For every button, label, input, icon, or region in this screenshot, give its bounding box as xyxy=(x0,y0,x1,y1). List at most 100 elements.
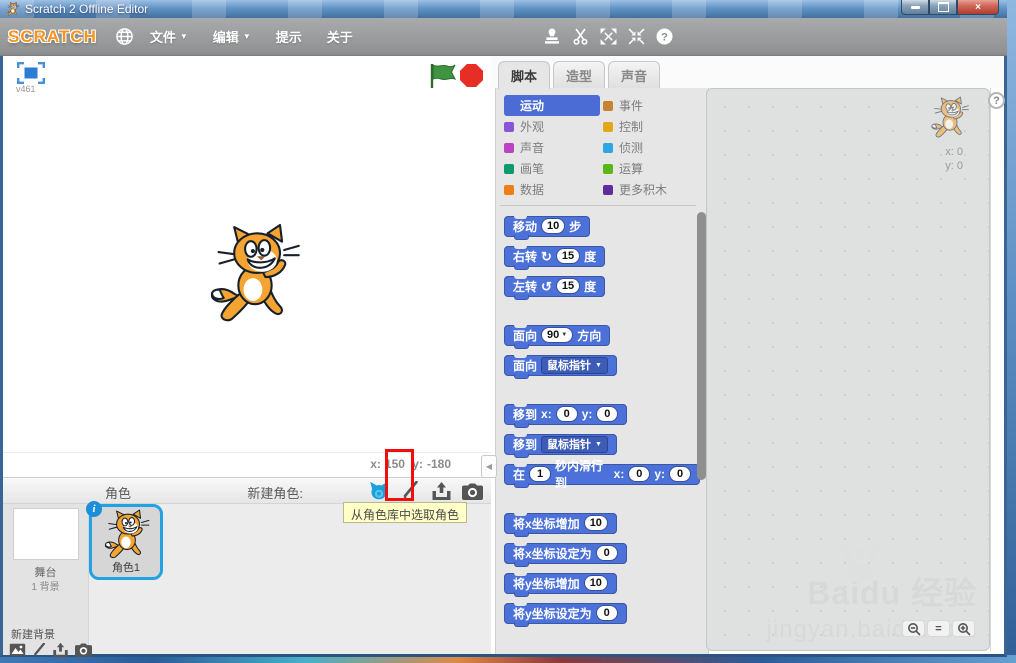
category-外观[interactable]: 外观 xyxy=(504,116,603,137)
collapse-arrow[interactable]: ◀ xyxy=(481,455,497,478)
category-label: 运算 xyxy=(619,162,644,176)
backdrop-library-icon[interactable] xyxy=(9,643,26,662)
new-sprite-label: 新建角色: xyxy=(247,486,303,501)
sprite-info-badge[interactable]: i xyxy=(86,501,102,517)
turn-clockwise-icon: ↻ xyxy=(541,248,552,264)
block-goto-mouse[interactable]: 移到 鼠标指针 ▼ xyxy=(504,434,617,458)
block-input[interactable]: 0 xyxy=(669,466,691,482)
category-运动[interactable]: 运动 xyxy=(504,95,600,116)
tab-声音[interactable]: 声音 xyxy=(608,61,661,88)
scripts-area[interactable]: x: 0 y: 0 Baidu 经验 jingyan.baidu.com = xyxy=(706,88,990,651)
block-input[interactable]: 15 xyxy=(555,278,581,294)
palette-tabs: 脚本 造型 声音 xyxy=(498,61,663,89)
block-input[interactable]: 0 xyxy=(595,545,618,561)
mouse-x-label: x: xyxy=(370,457,381,471)
tab-造型[interactable]: 造型 xyxy=(553,61,606,88)
category-数据[interactable]: 数据 xyxy=(504,179,603,200)
app-window: Scratch 2 Offline Editor × SCRATCH 文件 ▼ 编辑… xyxy=(0,0,1007,658)
block-change-y[interactable]: 将y坐标增加 10 xyxy=(504,573,617,597)
paint-backdrop-icon[interactable] xyxy=(32,642,46,663)
category-selector: 运动 外观声音画笔 数据 事件 控制侦测运算更多积木 xyxy=(504,95,702,200)
block-input[interactable]: 10 xyxy=(583,575,608,591)
category-侦测[interactable]: 侦测 xyxy=(603,137,702,158)
app-icon xyxy=(6,2,20,16)
block-input[interactable]: 15 xyxy=(555,248,581,264)
category-label: 更多积木 xyxy=(619,183,668,197)
block-move-steps[interactable]: 移动 10 步 xyxy=(504,216,591,240)
category-画笔[interactable]: 画笔 xyxy=(504,158,603,179)
category-运算[interactable]: 运算 xyxy=(603,158,702,179)
block-glide-to-xy[interactable]: 在 1 秒内滑行到 x: 0 y: 0 xyxy=(504,459,700,490)
block-turn-cw[interactable]: 右转 ↻ 15 度 xyxy=(504,246,606,270)
camera-backdrop-icon[interactable] xyxy=(75,643,92,662)
fullscreen-icon[interactable] xyxy=(17,62,45,84)
grow-icon[interactable] xyxy=(600,28,617,45)
block-input[interactable]: 0 xyxy=(628,466,651,482)
block-set-x[interactable]: 将x坐标设定为 0 xyxy=(504,543,627,567)
block-input[interactable]: 10 xyxy=(583,515,608,531)
stop-button[interactable] xyxy=(460,64,483,87)
block-input-dropdown[interactable]: 90 ▼ xyxy=(541,327,574,343)
block-dropdown[interactable]: 鼠标指针 ▼ xyxy=(541,356,608,374)
help-icon[interactable]: ? xyxy=(656,28,673,45)
block-text: 在 xyxy=(513,467,526,482)
zoom-reset-button[interactable]: = xyxy=(927,620,950,637)
block-point-direction[interactable]: 面向 90 ▼ 方向 xyxy=(504,325,611,349)
menu-item-文件[interactable]: 文件 ▼ xyxy=(150,27,188,46)
close-button[interactable]: × xyxy=(957,0,999,15)
menu-item-编辑[interactable]: 编辑 ▼ xyxy=(213,27,251,46)
category-label: 声音 xyxy=(520,141,545,155)
zoom-in-button[interactable] xyxy=(952,620,975,637)
block-input[interactable]: 10 xyxy=(541,218,566,234)
category-swatch xyxy=(603,184,613,195)
language-globe-icon[interactable] xyxy=(115,27,134,46)
category-label: 侦测 xyxy=(619,141,644,155)
sprite-y: y: 0 xyxy=(945,160,963,172)
block-input[interactable]: 0 xyxy=(595,605,618,621)
zoom-out-button[interactable] xyxy=(902,620,925,637)
block-goto-xy[interactable]: 移到 x: 0 y: 0 xyxy=(504,404,628,428)
block-dropdown[interactable]: 鼠标指针 ▼ xyxy=(541,435,608,453)
camera-sprite-icon[interactable] xyxy=(461,480,483,502)
block-input[interactable]: 1 xyxy=(529,466,552,482)
minimize-button[interactable] xyxy=(901,0,929,15)
maximize-button[interactable] xyxy=(929,0,957,15)
block-turn-ccw[interactable]: 左转 ↺ 15 度 xyxy=(504,276,606,300)
upload-sprite-icon[interactable] xyxy=(430,480,452,502)
stage-cat-sprite[interactable] xyxy=(205,219,305,331)
shrink-icon[interactable] xyxy=(628,28,645,45)
sprite-thumbnail[interactable]: i 角色1 xyxy=(86,501,163,580)
blocks-palette: 运动 外观声音画笔 数据 事件 控制侦测运算更多积木 移动 10 步右转 ↻ 15 度左转 ↺ 15… xyxy=(495,88,709,654)
palette-scrollbar[interactable] xyxy=(697,212,706,480)
category-swatch xyxy=(504,121,514,132)
svg-text:?: ? xyxy=(661,31,668,43)
block-change-x[interactable]: 将x坐标增加 10 xyxy=(504,513,617,537)
main-content: v461 x: 150 y: -180 ◀ 角色 新建角色: 舞台 1 背景 新… xyxy=(3,56,1005,658)
category-声音[interactable]: 声音 xyxy=(504,137,603,158)
duplicate-stamp-icon[interactable] xyxy=(543,28,561,45)
block-text: 度 xyxy=(584,279,597,294)
help-panel-button[interactable]: ? xyxy=(988,92,1005,109)
sprite-name: 角色1 xyxy=(111,562,141,574)
block-text: 秒内滑行到 xyxy=(555,459,604,490)
stage-thumbnail[interactable] xyxy=(13,508,79,560)
tab-脚本[interactable]: 脚本 xyxy=(498,61,551,89)
title-bar[interactable]: Scratch 2 Offline Editor × xyxy=(0,0,1007,18)
menu-item-提示[interactable]: 提示 xyxy=(276,27,302,46)
upload-backdrop-icon[interactable] xyxy=(52,642,69,663)
scratch-logo[interactable]: SCRATCH xyxy=(8,27,97,47)
block-text: 面向 xyxy=(513,358,538,373)
category-更多积木[interactable]: 更多积木 xyxy=(603,179,702,200)
mouse-y-value: -180 xyxy=(426,457,451,471)
category-swatch xyxy=(504,163,514,174)
block-input[interactable]: 0 xyxy=(555,406,578,422)
green-flag-button[interactable] xyxy=(428,63,456,89)
category-事件[interactable]: 事件 xyxy=(603,95,702,116)
category-swatch xyxy=(603,121,613,132)
block-input[interactable]: 0 xyxy=(596,406,619,422)
delete-scissors-icon[interactable] xyxy=(572,28,589,45)
block-set-y[interactable]: 将y坐标设定为 0 xyxy=(504,603,627,627)
category-控制[interactable]: 控制 xyxy=(603,116,702,137)
block-point-towards[interactable]: 面向 鼠标指针 ▼ xyxy=(504,355,617,379)
menu-item-关于[interactable]: 关于 xyxy=(327,27,353,46)
